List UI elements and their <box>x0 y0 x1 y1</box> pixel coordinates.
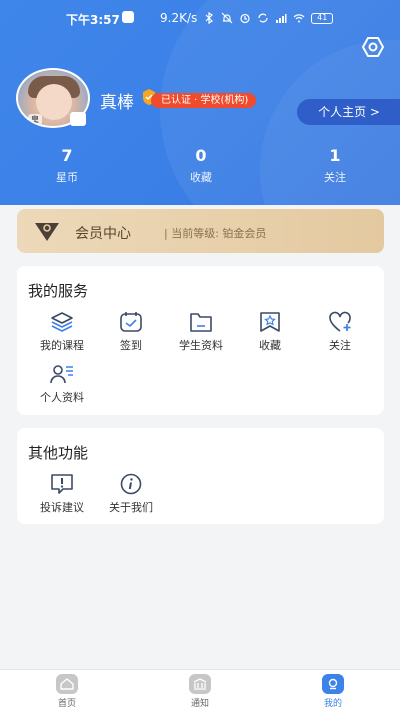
battery-icon: 41 <box>311 12 334 24</box>
feedback-icon <box>51 474 73 494</box>
function-label: 投诉建议 <box>40 501 84 514</box>
service-following[interactable]: 关注 <box>305 311 375 353</box>
verified-small-icon <box>70 112 86 126</box>
vip-center-card[interactable]: 会员中心 | 当前等级: 铂金会员 <box>17 209 384 253</box>
vip-diamond-icon <box>35 223 59 241</box>
function-label: 关于我们 <box>109 501 153 514</box>
tab-home[interactable]: 首页 <box>37 674 97 709</box>
status-time: 下午3:57 <box>66 13 120 27</box>
service-label: 关注 <box>329 339 351 352</box>
stat-label: 收藏 <box>190 171 212 184</box>
user-list-icon <box>50 365 73 384</box>
status-icons: 9.2K/s 41 <box>160 11 334 25</box>
service-label: 我的课程 <box>40 339 84 352</box>
avatar-tag: 皇 <box>28 114 42 125</box>
home-icon <box>56 674 78 694</box>
service-check-in[interactable]: 签到 <box>96 311 166 353</box>
username: 真棒 <box>100 93 134 113</box>
function-about-us[interactable]: 关于我们 <box>96 473 166 515</box>
my-services-card: 我的服务 我的课程 签到 学生资料 收藏 关注 个人资料 <box>17 266 384 415</box>
vip-level: | 当前等级: 铂金会员 <box>164 227 267 240</box>
calendar-check-icon <box>120 312 142 332</box>
stat-value: 0 <box>195 146 207 165</box>
function-feedback[interactable]: 投诉建议 <box>27 473 97 515</box>
certification-badge: 已认证 · 学校(机构) <box>151 93 257 108</box>
mute-icon <box>221 12 233 24</box>
tab-notifications[interactable]: 通知 <box>170 674 230 709</box>
alarm-icon <box>240 13 250 24</box>
stat-favorites[interactable]: 0 收藏 <box>161 146 241 185</box>
service-personal-info[interactable]: 个人资料 <box>27 363 97 405</box>
stat-value: 7 <box>61 146 73 165</box>
tab-mine[interactable]: 我的 <box>303 674 363 709</box>
stat-label: 关注 <box>324 171 346 184</box>
notice-icon <box>189 674 211 694</box>
stat-label: 星币 <box>56 171 78 184</box>
tab-label: 首页 <box>57 699 76 709</box>
other-functions-card: 其他功能 投诉建议 关于我们 <box>17 428 384 524</box>
tab-label: 我的 <box>323 699 342 709</box>
layers-icon <box>51 312 73 332</box>
network-speed: 9.2K/s <box>160 11 198 25</box>
section-title: 我的服务 <box>28 282 89 300</box>
personal-homepage-button[interactable]: 个人主页 > <box>297 99 400 125</box>
bottom-tab-bar: 首页 通知 我的 <box>0 669 400 711</box>
vip-title: 会员中心 <box>75 226 131 242</box>
section-title: 其他功能 <box>28 444 89 462</box>
profile-icon <box>322 674 344 694</box>
service-label: 学生资料 <box>179 339 223 352</box>
bookmark-star-icon <box>260 312 280 332</box>
wifi-icon <box>293 14 305 23</box>
service-label: 收藏 <box>259 339 281 352</box>
heart-plus-icon <box>329 311 351 332</box>
app-notification-icon <box>122 11 134 23</box>
rotation-icon <box>258 13 268 23</box>
stat-value: 1 <box>329 146 341 165</box>
service-favorites[interactable]: 收藏 <box>235 311 305 353</box>
bluetooth-icon <box>205 12 214 24</box>
stat-star-coins[interactable]: 7 星币 <box>27 146 107 185</box>
service-label: 签到 <box>120 339 142 352</box>
signal-icon <box>276 14 287 23</box>
folder-icon <box>190 313 212 332</box>
service-my-courses[interactable]: 我的课程 <box>27 311 97 353</box>
profile-header: 下午3:57 9.2K/s 41 皇 真棒 已认证 · 学校(机构) 个人主页 … <box>0 0 400 205</box>
service-label: 个人资料 <box>40 391 84 404</box>
status-bar: 下午3:57 9.2K/s 41 <box>0 0 400 36</box>
tab-label: 通知 <box>190 699 209 709</box>
service-student-files[interactable]: 学生资料 <box>166 311 236 353</box>
stat-following[interactable]: 1 关注 <box>295 146 375 185</box>
settings-hexagon-icon[interactable] <box>361 35 385 59</box>
info-icon <box>120 473 142 495</box>
